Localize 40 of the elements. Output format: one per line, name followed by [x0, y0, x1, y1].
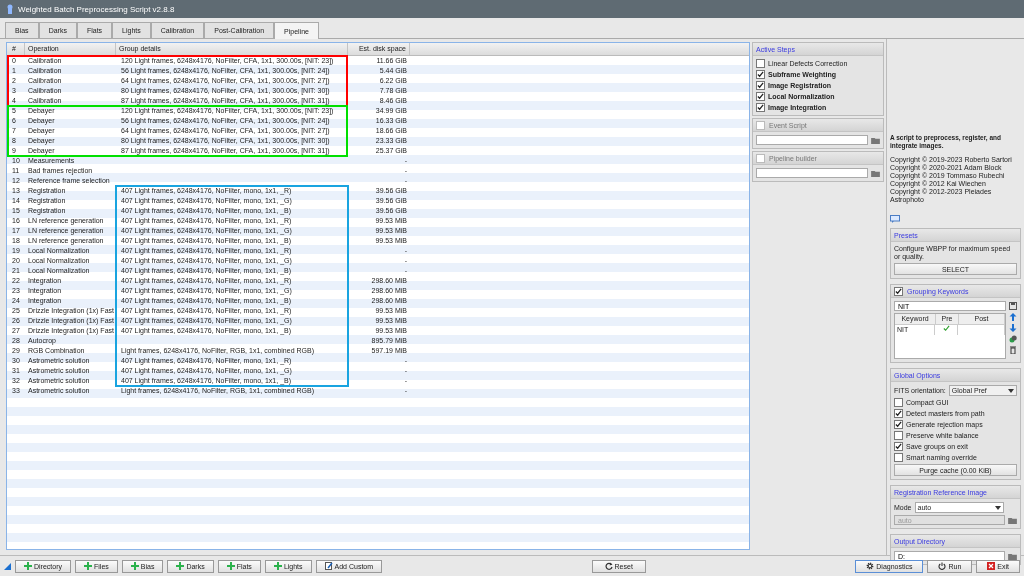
check-icon	[942, 325, 950, 332]
checkbox[interactable]	[756, 92, 765, 101]
close-icon	[987, 562, 996, 570]
document-pencil-icon	[324, 562, 333, 570]
checkbox[interactable]	[894, 398, 903, 407]
caret-icon	[1008, 388, 1014, 393]
checkbox[interactable]	[756, 59, 765, 68]
checkbox[interactable]	[894, 431, 903, 440]
plus-icon	[226, 562, 235, 570]
arrow-up-icon[interactable]	[1009, 313, 1017, 321]
reset-icon	[604, 562, 613, 570]
corner-arrow-icon[interactable]	[4, 562, 11, 570]
plus-icon	[24, 562, 32, 570]
trash-icon[interactable]	[1009, 346, 1017, 354]
checkbox[interactable]	[756, 153, 765, 163]
checkbox[interactable]	[894, 409, 903, 418]
checkbox[interactable]	[756, 70, 765, 79]
save-icon[interactable]	[1009, 302, 1017, 310]
app-icon	[6, 4, 14, 14]
folder-icon[interactable]	[871, 169, 880, 177]
checkbox[interactable]	[894, 453, 903, 462]
checkbox[interactable]	[756, 81, 765, 90]
checkbox[interactable]	[894, 442, 903, 451]
folder-icon[interactable]	[1008, 516, 1017, 524]
checkbox[interactable]	[894, 286, 903, 296]
plus-icon	[130, 562, 139, 570]
copy-icon[interactable]	[1009, 335, 1017, 343]
caret-icon	[995, 505, 1001, 510]
plus-icon	[84, 562, 92, 570]
gear-icon	[866, 562, 875, 570]
plus-icon	[176, 562, 185, 570]
checkbox[interactable]	[894, 420, 903, 429]
window-title: Weighted Batch Preprocessing Script v2.8.8	[18, 4, 175, 14]
power-icon	[938, 562, 947, 570]
checkbox[interactable]	[756, 120, 765, 130]
arrow-down-icon[interactable]	[1009, 324, 1017, 332]
plus-icon	[273, 562, 282, 570]
folder-icon[interactable]	[871, 136, 880, 144]
checkbox[interactable]	[756, 103, 765, 112]
comment-icon[interactable]	[890, 215, 900, 223]
